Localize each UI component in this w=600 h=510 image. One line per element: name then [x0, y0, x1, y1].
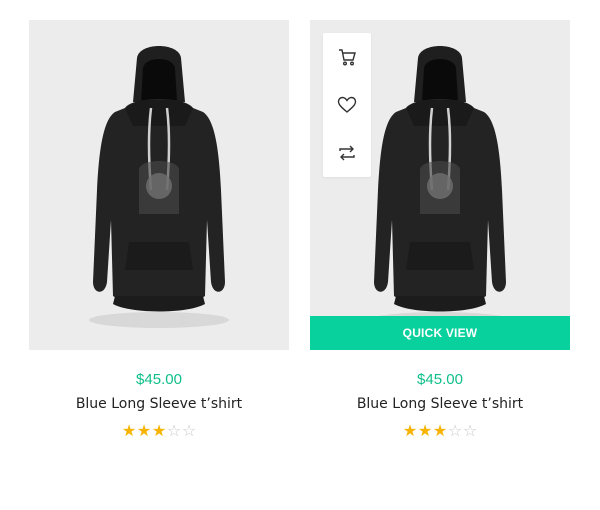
product-rating: ★★★☆☆	[310, 421, 570, 439]
star-rating: ★★★☆☆	[122, 423, 197, 439]
product-image[interactable]	[29, 20, 289, 350]
star-filled-icon: ★	[402, 421, 418, 440]
product-rating: ★★★☆☆	[29, 421, 289, 439]
star-filled-icon: ★	[417, 421, 433, 440]
heart-icon	[337, 96, 357, 113]
star-empty-icon: ☆	[181, 421, 197, 440]
star-filled-icon: ★	[432, 421, 448, 440]
star-empty-icon: ☆	[447, 421, 463, 440]
product-card-hovered[interactable]: QUICK VIEW $45.00 Blue Long Sleeve t’shi…	[310, 20, 570, 439]
star-filled-icon: ★	[151, 421, 167, 440]
star-filled-icon: ★	[121, 421, 137, 440]
product-title[interactable]: Blue Long Sleeve t’shirt	[310, 396, 570, 412]
add-to-cart-button[interactable]	[323, 33, 371, 81]
quick-view-button[interactable]: QUICK VIEW	[310, 316, 570, 350]
product-price: $45.00	[136, 371, 182, 388]
product-action-panel	[323, 33, 371, 177]
star-filled-icon: ★	[136, 421, 152, 440]
compare-icon	[339, 145, 355, 161]
product-card[interactable]: $45.00 Blue Long Sleeve t’shirt ★★★☆☆	[29, 20, 289, 439]
product-title[interactable]: Blue Long Sleeve t’shirt	[29, 396, 289, 412]
cart-icon	[339, 49, 356, 66]
star-empty-icon: ☆	[166, 421, 182, 440]
product-image[interactable]: QUICK VIEW	[310, 20, 570, 350]
hoodie-image	[89, 46, 229, 328]
product-price: $45.00	[417, 371, 463, 388]
star-rating: ★★★☆☆	[403, 423, 478, 439]
star-empty-icon: ☆	[462, 421, 478, 440]
compare-button[interactable]	[323, 129, 371, 177]
add-to-wishlist-button[interactable]	[323, 81, 371, 129]
